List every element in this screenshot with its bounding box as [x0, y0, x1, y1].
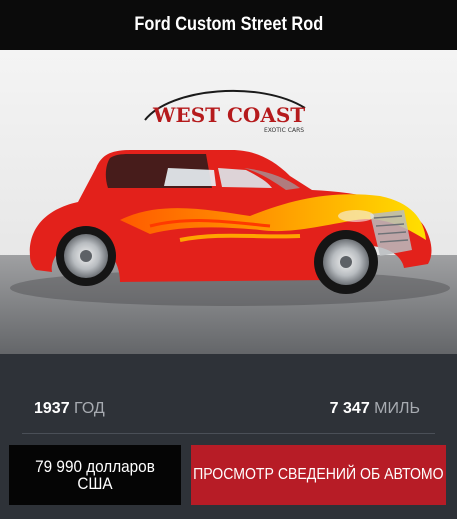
divider — [22, 433, 435, 434]
view-details-label: ПРОСМОТР СВЕДЕНИЙ ОБ АВТОМО — [193, 466, 444, 483]
listing-card: Ford Custom Street Rod WEST COAST EXOTIC… — [0, 0, 457, 519]
mileage-unit: МИЛЬ — [374, 400, 420, 417]
logo-subtext: EXOTIC CARS — [264, 127, 304, 134]
price-value: 79 990 долларов США — [35, 457, 155, 493]
listing-specs: 1937 ГОД 7 347 МИЛЬ — [0, 384, 457, 434]
rear-wheel — [56, 226, 116, 286]
listing-title-bar[interactable]: Ford Custom Street Rod — [0, 0, 457, 50]
price-box: 79 990 долларов США — [9, 445, 181, 505]
listing-title[interactable]: Ford Custom Street Rod — [134, 14, 323, 36]
year-info: 1937 ГОД — [34, 400, 105, 418]
front-wheel — [314, 230, 378, 294]
year-unit: ГОД — [74, 400, 105, 417]
car-photo[interactable]: WEST COAST EXOTIC CARS — [0, 50, 457, 354]
logo-text: WEST COAST — [152, 103, 305, 127]
mileage-info: 7 347 МИЛЬ — [330, 400, 420, 418]
mileage-value: 7 347 — [329, 400, 370, 417]
year-value: 1937 — [34, 400, 70, 417]
view-details-button[interactable]: ПРОСМОТР СВЕДЕНИЙ ОБ АВТОМО — [191, 445, 446, 505]
